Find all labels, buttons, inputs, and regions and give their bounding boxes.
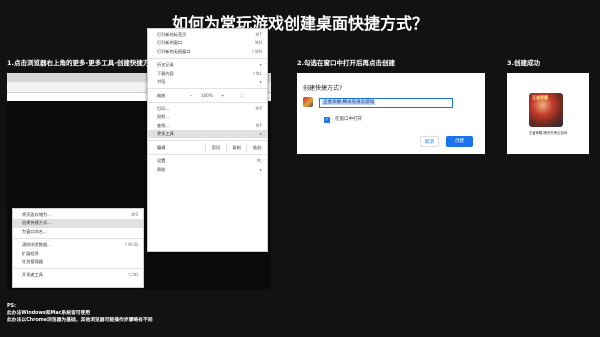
ps-notes: PS: 此办法Windows和Mac系统皆可使用 此办法以Chrome浏览器为基… <box>7 303 153 324</box>
submenu-item-task-manager[interactable]: 任务管理器 <box>13 258 143 266</box>
dialog-title: 创建快捷方式? <box>303 85 343 92</box>
desktop-result: 王者荣耀 王者荣耀-腾讯先锋云游戏 <box>507 73 589 154</box>
menu-item-new-tab[interactable]: 打开新的标签页 ⌘T <box>148 31 267 39</box>
menu-item-bookmarks[interactable]: 书签 ▸ <box>148 78 267 86</box>
menu-item-zoom: 缩放 − 100% + ⛶ <box>157 92 244 99</box>
menu-divider <box>148 88 267 90</box>
menu-divider <box>13 238 143 240</box>
submenu-item-create-shortcut[interactable]: 创建快捷方式... <box>13 219 143 228</box>
submenu-item-name-window[interactable]: 为窗口命名... <box>13 228 143 236</box>
ps-line: 此办法Windows和Mac系统皆可使用 <box>7 311 91 316</box>
step-3-label: 3.创建成功 <box>507 59 540 67</box>
menu-item-incognito[interactable]: 打开新的无痕窗口 ⇧⌘N <box>148 48 267 56</box>
fullscreen-icon[interactable]: ⛶ <box>240 93 243 98</box>
ps-line: 此办法以Chrome浏览器为基础，其他浏览器可能操作步骤略有不同 <box>7 318 153 323</box>
open-in-window-label: 在窗口中打开 <box>335 117 362 122</box>
menu-divider <box>13 268 143 270</box>
shortcut-name-input[interactable]: 王者荣耀-腾讯先锋云游戏 <box>319 98 453 108</box>
more-tools-submenu: 将页面存储为... ⌘S 创建快捷方式... 为窗口命名... 清除浏览数据...… <box>12 208 144 288</box>
main-more-menu: 打开新的标签页 ⌘T 打开新的窗口 ⌘N 打开新的无痕窗口 ⇧⌘N 历史记录 ▸ 下载内… <box>147 28 268 252</box>
step-1-label: 1.点击浏览器右上角的更多-更多工具-创建快捷方式 <box>7 59 156 67</box>
menu-divider <box>148 154 267 156</box>
menu-item-history[interactable]: 历史记录 ▸ <box>148 61 267 69</box>
submenu-item-save-page[interactable]: 将页面存储为... ⌘S <box>13 211 143 219</box>
zoom-level: 100% <box>200 93 213 99</box>
paste-button[interactable]: 粘贴 <box>246 143 267 153</box>
create-button[interactable]: 创建 <box>446 136 473 147</box>
menu-item-cast[interactable]: 投射... <box>148 113 267 121</box>
menu-item-edit: 编辑 剪切 复制 粘贴 <box>148 143 267 153</box>
app-icon <box>303 97 313 107</box>
menu-item-settings[interactable]: 设置 ⌘, <box>148 157 267 165</box>
step-2-label: 2.勾选在窗口中打开后再点击创建 <box>297 59 395 67</box>
game-logo-text: 王者荣耀 <box>532 95 548 100</box>
cut-button[interactable]: 剪切 <box>205 143 226 153</box>
menu-item-find[interactable]: 查找... ⌘F <box>148 122 267 130</box>
menu-item-new-window[interactable]: 打开新的窗口 ⌘N <box>148 39 267 47</box>
menu-divider <box>148 140 267 142</box>
menu-item-more-tools[interactable]: 更多工具 ▸ <box>148 129 267 139</box>
ps-label: PS: <box>7 304 16 309</box>
menu-item-help[interactable]: 帮助 ▸ <box>148 166 267 174</box>
menu-divider <box>148 101 267 103</box>
zoom-in-icon[interactable]: + <box>221 93 225 98</box>
copy-button[interactable]: 复制 <box>225 143 247 153</box>
menu-item-downloads[interactable]: 下载内容 ⇧⌘L <box>148 70 267 78</box>
menu-divider <box>148 58 267 60</box>
open-in-window-checkbox[interactable]: ✓ <box>324 117 330 123</box>
submenu-item-devtools[interactable]: 开发者工具 ⌥⌘I <box>13 271 143 279</box>
page-title: 如何为常玩游戏创建桌面快捷方式？ <box>171 14 428 33</box>
create-shortcut-dialog: 创建快捷方式? 王者荣耀-腾讯先锋云游戏 ✓ 在窗口中打开 取消 创建 <box>297 73 485 154</box>
zoom-out-icon[interactable]: − <box>189 93 193 98</box>
cancel-button[interactable]: 取消 <box>420 136 439 147</box>
submenu-item-clear-data[interactable]: 清除浏览数据... ⇧⌘⌫ <box>13 241 143 249</box>
game-shortcut-icon[interactable]: 王者荣耀 <box>529 93 563 127</box>
shortcut-caption: 王者荣耀-腾讯先锋云游戏 <box>528 131 568 135</box>
menu-item-print[interactable]: 打印... ⌘P <box>148 105 267 113</box>
submenu-item-extensions[interactable]: 扩展程序 <box>13 250 143 258</box>
